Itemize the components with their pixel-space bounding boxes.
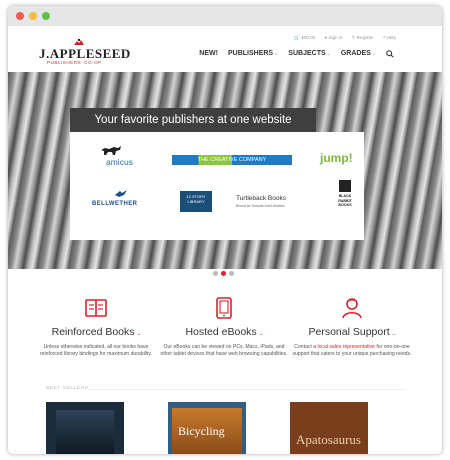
- book-cover[interactable]: Apatosaurus: [290, 402, 368, 454]
- feature-title: Personal Support .: [308, 326, 396, 338]
- book-icon: [85, 299, 107, 317]
- nav-grades[interactable]: GRADES⌄: [341, 50, 376, 60]
- main-nav: NEW! PUBLISHERS⌄ SUBJECTS⌄ GRADES⌄: [199, 50, 394, 60]
- publisher-bellwether[interactable]: BELLWETHER: [92, 190, 150, 215]
- site-header: J.APPLESEED PUBLISHERS' CO-OP 🛒 $00.00 ●…: [8, 26, 442, 72]
- register-link[interactable]: ✎ Register: [351, 35, 373, 41]
- dog-icon: [101, 146, 121, 155]
- publisher-turtleback[interactable]: Turtleback Books Bound for Schools And L…: [236, 195, 308, 215]
- feature-desc: Unless otherwise indicated, all our book…: [39, 344, 152, 358]
- rabbit-icon: [339, 180, 351, 192]
- book-cover[interactable]: Bicycling: [168, 402, 246, 454]
- hero-title: Your favorite publishers at one website: [70, 108, 316, 132]
- minimize-dot[interactable]: [29, 12, 37, 20]
- logo-tagline: PUBLISHERS' CO-OP: [47, 60, 102, 65]
- user-icon: ●: [324, 35, 328, 40]
- publisher-logos: amicus THE CREATIVE COMPANY jump! BELLWE…: [70, 132, 364, 240]
- browser-chrome: [8, 6, 442, 26]
- chevron-down-icon: ⌄: [371, 51, 376, 57]
- nav-subjects[interactable]: SUBJECTS⌄: [288, 50, 331, 60]
- hero-banner: Your favorite publishers at one website …: [8, 72, 442, 269]
- help-link[interactable]: ? Help: [383, 35, 396, 41]
- signin-link[interactable]: ● Sign in: [324, 35, 342, 41]
- person-icon: [342, 298, 362, 319]
- question-icon: ?: [382, 35, 386, 40]
- best-sellers-label: BEST SELLERS: [46, 386, 89, 391]
- carousel-dots: [213, 271, 234, 276]
- divider: [88, 389, 406, 390]
- maximize-dot[interactable]: [42, 12, 50, 20]
- publisher-black-rabbit[interactable]: BLACK RABBIT BOOKS: [335, 180, 355, 218]
- search-icon[interactable]: [386, 50, 394, 60]
- utility-links: 🛒 $00.00 ● Sign in ✎ Register ? Help: [294, 35, 396, 41]
- browser-window: J.APPLESEED PUBLISHERS' CO-OP 🛒 $00.00 ●…: [8, 6, 442, 454]
- publisher-creative-company[interactable]: THE CREATIVE COMPANY: [172, 155, 292, 165]
- cart-icon: 🛒: [294, 35, 300, 40]
- feature-desc: Contact a local sales representative for…: [292, 344, 412, 358]
- carousel-dot[interactable]: [229, 271, 234, 276]
- nav-new[interactable]: NEW!: [199, 50, 218, 60]
- carousel-dot[interactable]: [213, 271, 218, 276]
- publisher-jump[interactable]: jump!: [320, 149, 360, 167]
- chevron-down-icon: ⌄: [274, 51, 279, 57]
- nav-publishers[interactable]: PUBLISHERS⌄: [228, 50, 278, 60]
- pencil-icon: ✎: [351, 35, 356, 40]
- publisher-amicus[interactable]: amicus: [96, 144, 142, 170]
- bird-icon: [115, 190, 127, 197]
- feature-hosted-ebooks: Hosted eBooks . Our eBooks can be viewed…: [160, 296, 288, 359]
- tablet-icon: [216, 297, 232, 319]
- feature-title: Reinforced Books .: [51, 326, 141, 338]
- feature-personal-support: Personal Support . Contact a local sales…: [288, 296, 416, 359]
- feature-title: Hosted eBooks .: [185, 326, 263, 338]
- site-logo[interactable]: J.APPLESEED PUBLISHERS' CO-OP: [39, 37, 130, 65]
- publisher-12-story-library[interactable]: 12 STORY LIBRARY: [180, 191, 212, 212]
- carousel-dot-active[interactable]: [221, 271, 226, 276]
- cart-link[interactable]: 🛒 $00.00: [294, 35, 315, 41]
- chevron-down-icon: ⌄: [326, 51, 331, 57]
- feature-desc: Our eBooks can be viewed on PCs, Macs, i…: [160, 344, 288, 358]
- close-dot[interactable]: [16, 12, 24, 20]
- book-cover[interactable]: [46, 402, 124, 454]
- sales-rep-link[interactable]: local sales representative: [317, 344, 374, 350]
- feature-reinforced-books: Reinforced Books . Unless otherwise indi…: [32, 296, 160, 359]
